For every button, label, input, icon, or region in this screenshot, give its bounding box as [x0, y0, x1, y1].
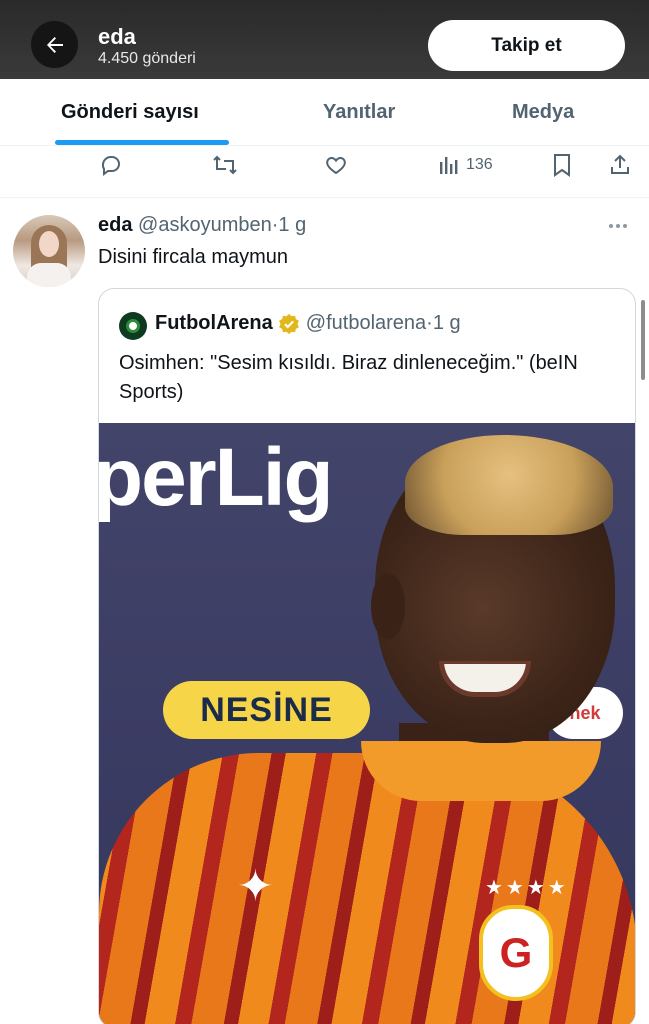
active-tab-indicator — [55, 140, 229, 145]
more-options-icon[interactable] — [609, 216, 635, 236]
tweet-text: Disini fircala maymun — [98, 246, 289, 268]
backdrop-text: perLig — [99, 432, 334, 523]
reply-icon — [101, 155, 120, 176]
quoted-photo[interactable]: perLig NESİNE nek ✦ ★★★★ G — [99, 423, 635, 1024]
avatar[interactable] — [13, 215, 85, 287]
quoted-time: 1 g — [432, 312, 461, 334]
soccer-ball-icon — [126, 319, 140, 333]
tweet-time[interactable]: 1 g — [278, 214, 306, 236]
quoted-tweet[interactable]: FutbolArena @futbolarena · 1 g Osimhen: "S… — [98, 288, 636, 1024]
back-button[interactable] — [31, 21, 78, 68]
views-button[interactable]: 136 — [438, 152, 493, 178]
reply-button[interactable] — [99, 152, 123, 178]
tab-replies[interactable]: Yanıtlar — [323, 101, 395, 124]
sponsor-board: NESİNE — [163, 681, 370, 739]
player-hair — [405, 435, 613, 535]
analytics-icon — [440, 157, 458, 174]
follow-button[interactable]: Takip et — [428, 20, 625, 71]
quoted-text: Osimhen: "Sesim kısıldı. Biraz dinlenece… — [119, 352, 578, 403]
club-crest-icon: G — [479, 905, 553, 1001]
tweet-author-name[interactable]: eda — [98, 214, 132, 236]
jersey-collar — [361, 741, 601, 801]
like-button[interactable] — [324, 152, 348, 178]
tweet-author-handle[interactable]: @askoyumben — [138, 214, 272, 236]
quoted-author-handle: @futbolarena — [305, 312, 427, 334]
previous-tweet-actions: 136 — [0, 146, 649, 198]
bookmark-icon — [554, 154, 570, 177]
quoted-separator: · — [426, 312, 433, 334]
scrollbar[interactable] — [641, 300, 645, 380]
share-button[interactable] — [608, 152, 632, 178]
repost-button[interactable] — [212, 152, 238, 178]
avatar-shirt — [27, 263, 71, 287]
profile-tabs: Gönderi sayısı Yanıtlar Medya — [0, 79, 649, 146]
view-count: 136 — [466, 156, 493, 173]
brand-logo-icon: ✦ — [237, 862, 274, 911]
tab-posts[interactable]: Gönderi sayısı — [61, 101, 199, 124]
tweet-header: eda @askoyumben·1 g — [98, 214, 306, 237]
tab-media[interactable]: Medya — [512, 101, 574, 124]
crest-stars-icon: ★★★★ — [485, 877, 569, 899]
avatar-face — [39, 231, 59, 257]
post-count: 4.450 gönderi — [98, 50, 196, 67]
quoted-author-name: FutbolArena — [155, 312, 273, 334]
repost-icon — [213, 155, 237, 175]
bookmark-button[interactable] — [551, 152, 573, 178]
player-ear — [371, 573, 405, 639]
heart-icon — [326, 156, 346, 175]
verified-badge-icon — [278, 313, 299, 334]
quoted-header: FutbolArena @futbolarena · 1 g — [155, 312, 461, 335]
profile-header: eda 4.450 gönderi Takip et — [0, 0, 649, 79]
share-icon — [611, 154, 629, 174]
profile-name: eda — [98, 24, 136, 49]
arrow-left-icon — [46, 36, 63, 53]
quoted-avatar — [119, 312, 147, 340]
